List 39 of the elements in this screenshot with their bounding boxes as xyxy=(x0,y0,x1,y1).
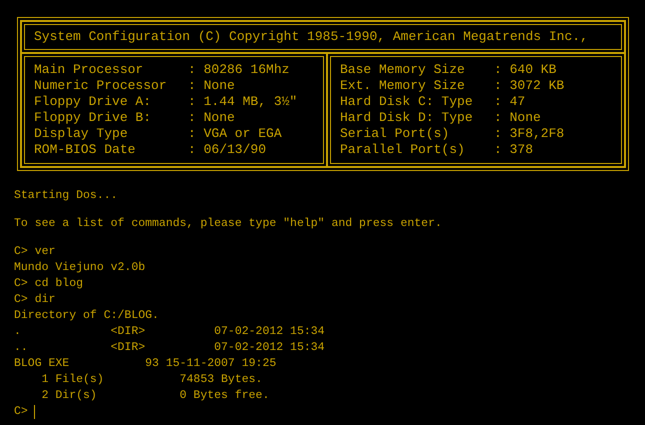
field-value: : None xyxy=(494,109,541,128)
field-label: Display Type xyxy=(34,125,129,144)
field-value: : 06/13/90 xyxy=(188,141,266,160)
terminal-line: C> dir xyxy=(14,292,56,308)
field-value: : 640 KB xyxy=(494,61,556,80)
field-label: Numeric Processor xyxy=(34,77,168,96)
field-label: Floppy Drive A: xyxy=(34,93,152,112)
terminal-line: Mundo Viejuno v2.0b xyxy=(14,260,146,276)
terminal-line: 2 Dir(s) 0 Bytes free. xyxy=(40,388,270,404)
terminal-line: C> ver xyxy=(14,244,56,260)
terminal-line: 1 File(s) 74853 Bytes. xyxy=(40,372,262,388)
field-value: : 80286 16Mhz xyxy=(188,61,290,80)
field-label: Floppy Drive B: xyxy=(34,109,152,128)
field-label: ROM-BIOS Date xyxy=(34,141,136,160)
terminal-line: C> cd blog xyxy=(14,276,84,292)
field-value: : 47 xyxy=(494,93,526,112)
field-value: : 378 xyxy=(494,141,534,160)
field-value: : None xyxy=(188,77,235,96)
field-label: Ext. Memory Size xyxy=(340,77,466,96)
field-value: : 3F8,2F8 xyxy=(494,125,564,144)
terminal-line: . <DIR> 07-02-2012 15:34 xyxy=(14,324,325,340)
field-label: Serial Port(s) xyxy=(340,125,450,144)
field-value: : VGA or EGA xyxy=(188,125,282,144)
field-label: Hard Disk D: Type xyxy=(340,109,474,128)
field-value: : 1.44 MB, 3½" xyxy=(188,93,298,112)
field-label: Main Processor xyxy=(34,61,144,80)
terminal-line: .. <DIR> 07-02-2012 15:34 xyxy=(14,340,325,356)
field-value: : 3072 KB xyxy=(494,77,564,96)
field-label: Parallel Port(s) xyxy=(340,141,466,160)
terminal-line: Starting Dos... xyxy=(14,188,118,204)
field-label: Base Memory Size xyxy=(340,61,466,80)
terminal-line: Directory of C:/BLOG. xyxy=(14,308,159,324)
field-value: : None xyxy=(188,109,235,128)
terminal-line: BLOG EXE 93 15-11-2007 19:25 xyxy=(14,356,276,372)
bios-title: System Configuration (C) Copyright 1985-1990, American Megatrends Inc., xyxy=(34,28,588,46)
prompt: C> xyxy=(14,404,28,420)
field-label: Hard Disk C: Type xyxy=(340,93,474,112)
terminal-line: To see a list of commands, please type "help" and press enter. xyxy=(14,216,442,232)
text-cursor xyxy=(34,405,35,419)
